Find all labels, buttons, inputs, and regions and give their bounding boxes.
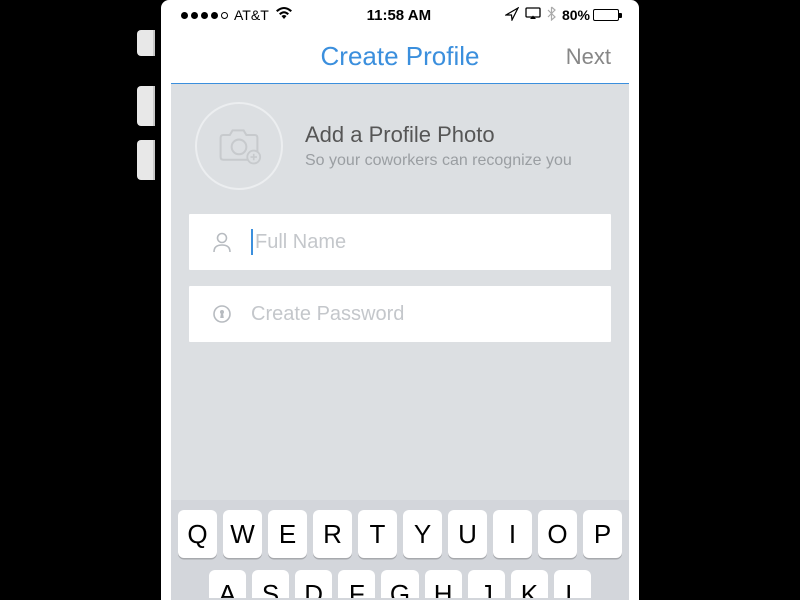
key-e[interactable]: E xyxy=(268,510,307,558)
location-icon xyxy=(505,7,519,24)
wifi-icon xyxy=(275,6,293,24)
key-j[interactable]: J xyxy=(468,570,505,598)
keyboard-row-1: QWERTYUIOP xyxy=(178,510,622,558)
keyboard-row-2: ASDFGHJKL xyxy=(178,570,622,598)
key-t[interactable]: T xyxy=(358,510,397,558)
screen: AT&T 11:58 AM 80% xyxy=(171,0,629,600)
carrier-label: AT&T xyxy=(234,7,269,23)
content-area: Add a Profile Photo So your coworkers ca… xyxy=(171,84,629,500)
status-bar: AT&T 11:58 AM 80% xyxy=(171,0,629,30)
key-f[interactable]: F xyxy=(338,570,375,598)
key-q[interactable]: Q xyxy=(178,510,217,558)
nav-bar: Create Profile Next xyxy=(171,30,629,84)
clock-label: 11:58 AM xyxy=(367,7,431,24)
key-u[interactable]: U xyxy=(448,510,487,558)
bluetooth-icon xyxy=(547,6,556,24)
camera-icon xyxy=(216,126,262,166)
key-i[interactable]: I xyxy=(493,510,532,558)
key-o[interactable]: O xyxy=(538,510,577,558)
keyboard: QWERTYUIOP ASDFGHJKL xyxy=(171,500,629,600)
add-photo-section[interactable]: Add a Profile Photo So your coworkers ca… xyxy=(189,102,611,190)
person-icon xyxy=(211,231,233,253)
fullname-placeholder: Full Name xyxy=(255,231,346,254)
next-button[interactable]: Next xyxy=(566,44,611,70)
signal-strength-icon xyxy=(181,12,228,19)
add-photo-title: Add a Profile Photo xyxy=(305,122,572,148)
key-d[interactable]: D xyxy=(295,570,332,598)
key-g[interactable]: G xyxy=(381,570,418,598)
key-p[interactable]: P xyxy=(583,510,622,558)
page-title: Create Profile xyxy=(321,41,480,72)
battery-icon xyxy=(593,9,619,21)
add-photo-subtitle: So your coworkers can recognize you xyxy=(305,152,572,170)
photo-placeholder-circle[interactable] xyxy=(195,102,283,190)
battery-pct-label: 80% xyxy=(562,7,590,23)
phone-frame: AT&T 11:58 AM 80% xyxy=(161,0,639,600)
key-l[interactable]: L xyxy=(554,570,591,598)
password-row[interactable] xyxy=(189,286,611,342)
fullname-input[interactable]: Full Name xyxy=(251,229,589,255)
key-y[interactable]: Y xyxy=(403,510,442,558)
key-s[interactable]: S xyxy=(252,570,289,598)
lock-icon xyxy=(211,304,233,324)
key-h[interactable]: H xyxy=(425,570,462,598)
password-input[interactable] xyxy=(251,303,589,326)
key-r[interactable]: R xyxy=(313,510,352,558)
side-buttons xyxy=(137,30,155,194)
key-w[interactable]: W xyxy=(223,510,262,558)
key-k[interactable]: K xyxy=(511,570,548,598)
airplay-icon xyxy=(525,7,541,23)
key-a[interactable]: A xyxy=(209,570,246,598)
fullname-row[interactable]: Full Name xyxy=(189,214,611,270)
text-cursor xyxy=(251,229,253,255)
